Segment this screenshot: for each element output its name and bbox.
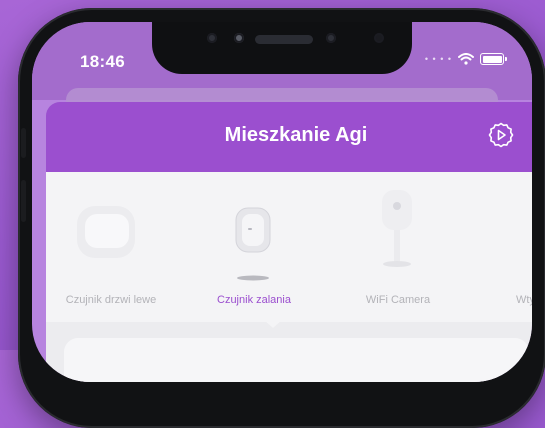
device-card-wifi-camera[interactable]: WiFi Camera (328, 172, 468, 322)
notch (152, 22, 412, 74)
status-icons: • • • • (424, 53, 507, 65)
device-label: WiFi Camera (365, 294, 431, 306)
device-label: Wtyc (516, 294, 532, 306)
ambient-light-sensor (374, 33, 384, 43)
settings-gear-icon (488, 122, 514, 148)
smart-plug-icon (526, 200, 532, 290)
door-sensor-icon (77, 206, 135, 258)
device-label: Czujnik zalania (217, 294, 291, 306)
battery-icon (480, 53, 507, 65)
front-camera (326, 33, 336, 43)
device-card-door-sensor[interactable]: Czujnik drzwi lewe (41, 172, 181, 322)
device-card-smart-plug[interactable]: Wtyc (476, 172, 532, 322)
volume-up-button (21, 180, 26, 222)
flood-sensor-icon (235, 207, 271, 281)
proximity-sensor (234, 33, 244, 43)
earpiece-speaker (255, 35, 313, 44)
device-carousel[interactable]: Czujnik drzwi lewe Czujnik zalania WiFi … (46, 172, 532, 322)
wifi-camera-icon (382, 190, 412, 267)
page-title: Mieszkanie Agi (224, 124, 368, 146)
device-card-flood-sensor[interactable]: Czujnik zalania (184, 172, 324, 322)
app-header: Mieszkanie Agi (46, 102, 532, 172)
wifi-icon (458, 53, 474, 65)
settings-icon[interactable] (486, 120, 516, 150)
device-detail-card (64, 338, 529, 382)
status-time: 18:46 (80, 52, 125, 71)
front-sensor (207, 33, 217, 43)
selection-pointer (264, 320, 282, 328)
device-label: Czujnik drzwi lewe (65, 294, 157, 306)
mute-switch (21, 128, 26, 158)
phone-screen: 18:46 • • • • Mieszkanie Agi Czujnik drz… (32, 22, 532, 382)
signal-icon: • • • • (424, 54, 452, 64)
